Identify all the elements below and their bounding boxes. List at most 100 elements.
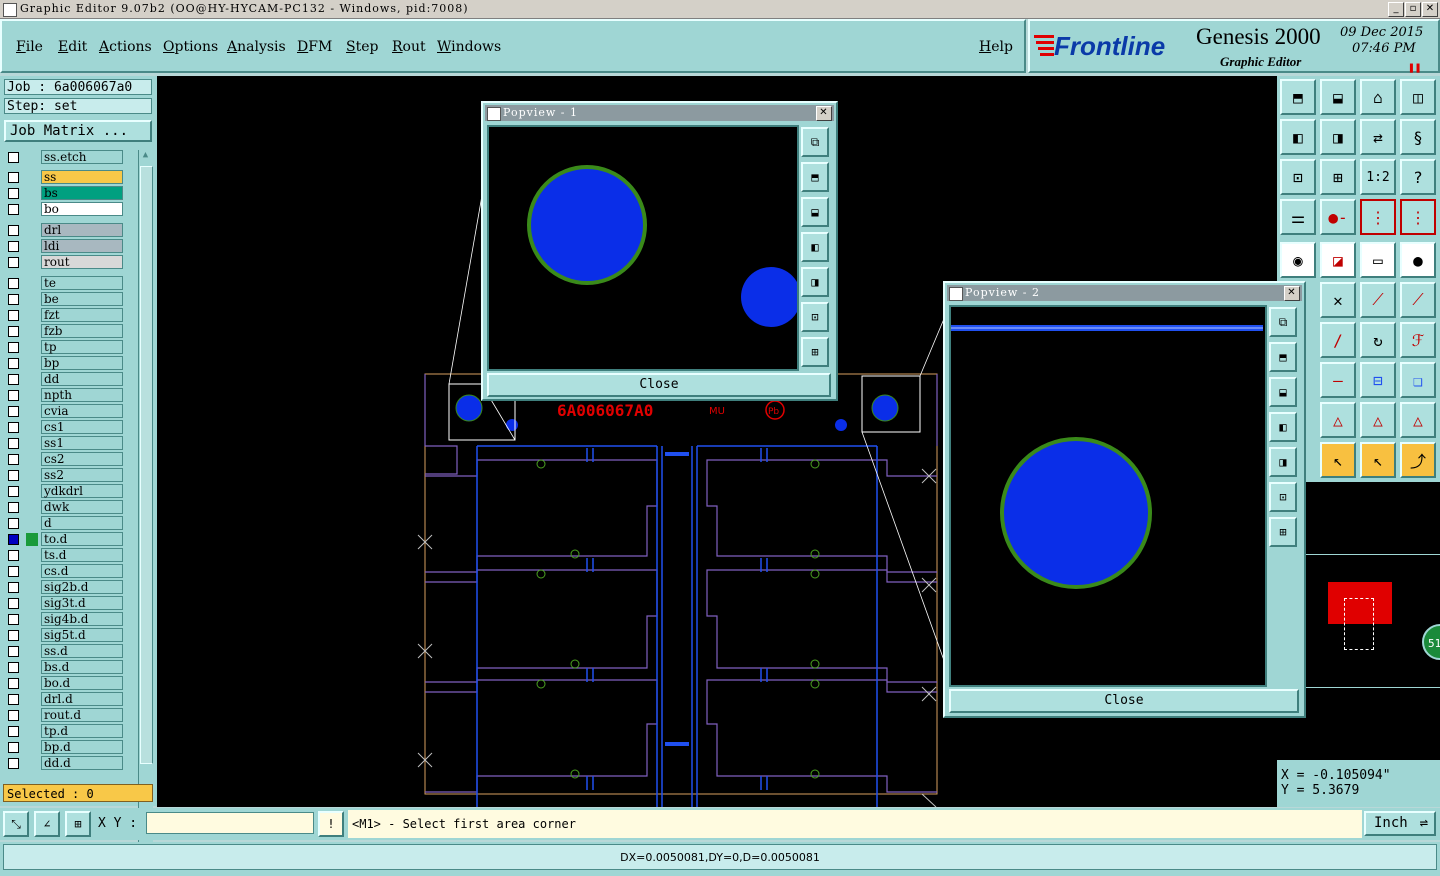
layer-checkbox[interactable] <box>8 358 19 369</box>
layer-name[interactable]: sig4b.d <box>41 612 123 626</box>
layer-name[interactable]: te <box>41 276 123 290</box>
layer-checkbox[interactable] <box>8 257 19 268</box>
scroll-thumb[interactable] <box>140 166 153 764</box>
layer-name[interactable]: cs1 <box>41 420 123 434</box>
layer-row[interactable]: te <box>4 276 128 291</box>
popview-2-down-icon[interactable]: ⬓ <box>1269 377 1297 407</box>
layer-name[interactable]: cs.d <box>41 564 123 578</box>
menu-analysis[interactable]: Analysis <box>227 39 286 55</box>
layer-checkbox[interactable] <box>8 470 19 481</box>
layer-name[interactable]: bp <box>41 356 123 370</box>
line-add2-icon[interactable]: ⟋ <box>1400 282 1436 318</box>
layer-name[interactable]: rout.d <box>41 708 123 722</box>
pointer2-icon[interactable]: ↖ <box>1360 442 1396 478</box>
layer-checkbox[interactable] <box>8 241 19 252</box>
layer-name[interactable]: fzb <box>41 324 123 338</box>
layer-checkbox[interactable] <box>8 294 19 305</box>
layer-checkbox[interactable] <box>8 152 19 163</box>
layer-name[interactable]: dwk <box>41 500 123 514</box>
layer-checkbox[interactable] <box>8 225 19 236</box>
layer-row[interactable]: ss <box>4 170 128 185</box>
menu-step[interactable]: Step <box>346 39 378 55</box>
redraw-icon[interactable]: § <box>1400 119 1436 155</box>
minimize-button[interactable]: _ <box>1388 2 1404 17</box>
close-window-button[interactable]: ✕ <box>1422 2 1438 17</box>
layer-checkbox[interactable] <box>8 342 19 353</box>
layer-row[interactable]: ss2 <box>4 468 128 483</box>
popview-2-up-icon[interactable]: ⬒ <box>1269 342 1297 372</box>
layer-row[interactable]: d <box>4 516 128 531</box>
layer-checkbox[interactable] <box>8 486 19 497</box>
layer-name[interactable]: to.d <box>41 532 123 546</box>
pan-right-icon[interactable]: ◨ <box>1320 119 1356 155</box>
text-tool-icon[interactable]: ℱ <box>1400 322 1436 358</box>
layer-checkbox[interactable] <box>8 694 19 705</box>
layer-row[interactable]: sig5t.d <box>4 628 128 643</box>
menu-dfm[interactable]: DFM <box>297 39 332 55</box>
layer-row[interactable]: bs.d <box>4 660 128 675</box>
popview-2-center-icon[interactable]: ⊞ <box>1269 517 1297 547</box>
alert-icon[interactable]: ! <box>318 811 344 837</box>
maximize-button[interactable]: ▫ <box>1405 2 1421 17</box>
layer-name[interactable]: ss.etch <box>41 150 123 164</box>
layer-row[interactable]: bo.d <box>4 676 128 691</box>
layer-name[interactable]: sig3t.d <box>41 596 123 610</box>
layer-name[interactable]: ss2 <box>41 468 123 482</box>
layer-row[interactable]: ldi <box>4 239 128 254</box>
zoom-bottom-icon[interactable]: ⬓ <box>1320 79 1356 115</box>
layer-row[interactable]: dd <box>4 372 128 387</box>
layer-name[interactable]: bs.d <box>41 660 123 674</box>
flip-icon[interactable]: ⇄ <box>1360 119 1396 155</box>
layer-name[interactable]: d <box>41 516 123 530</box>
layer-row[interactable]: drl.d <box>4 692 128 707</box>
layer-checkbox[interactable] <box>8 454 19 465</box>
layer-name[interactable]: ldi <box>41 239 123 253</box>
layer-name[interactable]: drl.d <box>41 692 123 706</box>
triangle3-icon[interactable]: △ <box>1400 402 1436 438</box>
feature-select-icon[interactable]: ◉ <box>1280 242 1316 278</box>
dimension-icon[interactable]: ⊟ <box>1360 362 1396 398</box>
layer-checkbox[interactable] <box>8 566 19 577</box>
layer-row[interactable]: rout <box>4 255 128 270</box>
popview-1-close-icon[interactable]: ✕ <box>816 106 832 121</box>
shapes-icon[interactable]: ❏ <box>1400 362 1436 398</box>
menu-actions[interactable]: Actions <box>99 39 152 55</box>
help-icon[interactable]: ? <box>1400 159 1436 195</box>
layer-name[interactable]: cvia <box>41 404 123 418</box>
layer-name[interactable]: drl <box>41 223 123 237</box>
unit-select[interactable]: Inch ⇌ <box>1364 811 1436 836</box>
layer-checkbox[interactable] <box>8 310 19 321</box>
layer-checkbox[interactable] <box>8 614 19 625</box>
layer-name[interactable]: npth <box>41 388 123 402</box>
layer-name[interactable]: ss <box>41 170 123 184</box>
layer-name[interactable]: bo <box>41 202 123 216</box>
layer-checkbox[interactable] <box>8 390 19 401</box>
layer-checkbox[interactable] <box>8 278 19 289</box>
layer-row[interactable]: ss1 <box>4 436 128 451</box>
layer-checkbox[interactable] <box>8 550 19 561</box>
layer-row[interactable]: tp.d <box>4 724 128 739</box>
layer-row[interactable]: drl <box>4 223 128 238</box>
layer-row[interactable]: dd.d <box>4 756 128 771</box>
layer-name[interactable]: ss1 <box>41 436 123 450</box>
layer-checkbox[interactable] <box>8 710 19 721</box>
layer-row[interactable]: cvia <box>4 404 128 419</box>
layer-row[interactable]: sig4b.d <box>4 612 128 627</box>
pointer-icon[interactable]: ↖ <box>1320 442 1356 478</box>
pad-select-icon[interactable]: ● <box>1400 242 1436 278</box>
layer-checkbox[interactable] <box>8 630 19 641</box>
layer-name[interactable]: bp.d <box>41 740 123 754</box>
layer-checkbox[interactable] <box>8 742 19 753</box>
layer-checkbox[interactable] <box>8 204 19 215</box>
layer-row[interactable]: sig2b.d <box>4 580 128 595</box>
layer-row[interactable]: bp <box>4 356 128 371</box>
popview-1-close-button[interactable]: Close <box>487 373 831 397</box>
layer-name[interactable]: dd.d <box>41 756 123 770</box>
layer-row[interactable]: fzb <box>4 324 128 339</box>
scale-1-2-icon[interactable]: 1:2 <box>1360 159 1396 195</box>
layer-name[interactable]: tp.d <box>41 724 123 738</box>
layer-row[interactable]: ts.d <box>4 548 128 563</box>
layer-row[interactable]: ydkdrl <box>4 484 128 499</box>
layer-row[interactable]: sig3t.d <box>4 596 128 611</box>
triangle-icon[interactable]: △ <box>1320 402 1356 438</box>
